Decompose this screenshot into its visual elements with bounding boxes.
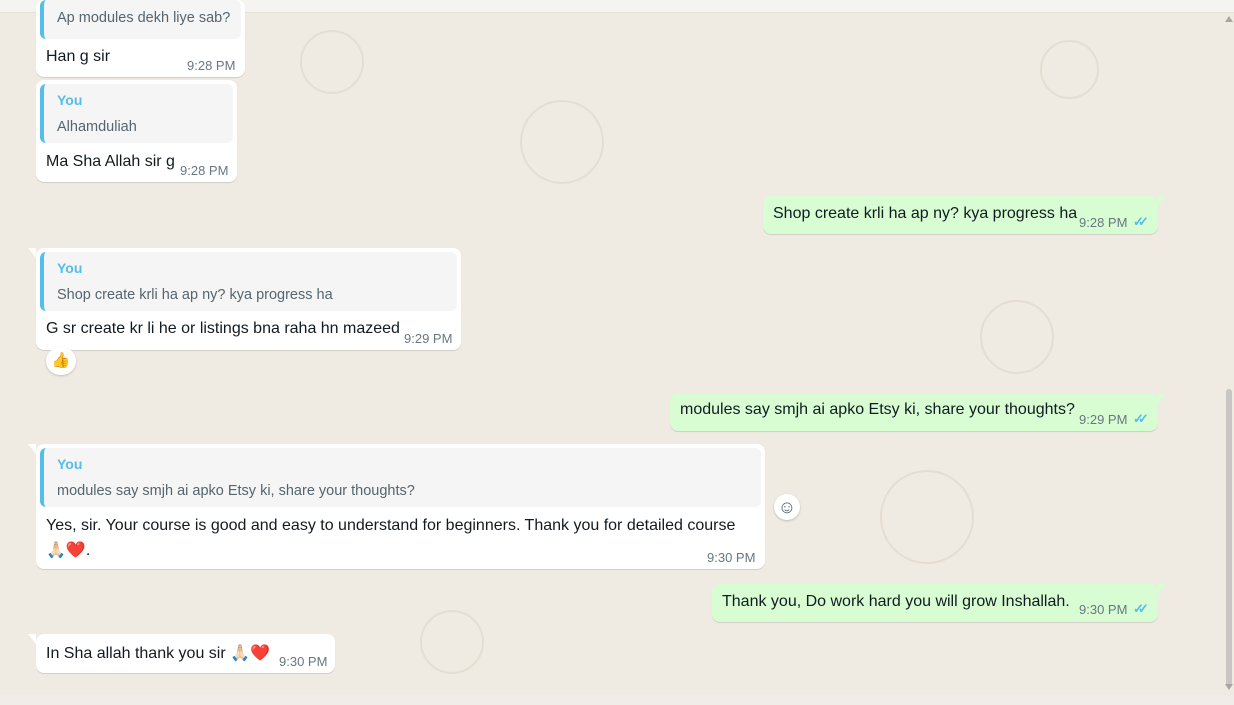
scroll-up-arrow-icon[interactable] <box>1225 16 1233 22</box>
message-text-line-2: 🙏🏻❤️. <box>46 542 91 559</box>
wallpaper-doodle <box>880 470 974 564</box>
message-time: 9:30 PM <box>279 654 328 669</box>
quote-text: Alhamduliah <box>57 119 137 135</box>
incoming-message[interactable]: You modules say smjh ai apko Etsy ki, sh… <box>28 444 765 569</box>
outgoing-message[interactable]: Thank you, Do work hard you will grow In… <box>712 584 1166 622</box>
quoted-message[interactable]: You Shop create krli ha ap ny? kya progr… <box>40 252 457 311</box>
quoted-message[interactable]: You Alhamduliah <box>40 84 233 143</box>
wallpaper-doodle <box>980 300 1054 374</box>
message-text: Han g sir <box>46 48 111 65</box>
message-time: 9:29 PM <box>404 331 453 346</box>
wallpaper-doodle <box>520 100 604 184</box>
incoming-message[interactable]: You Shop create krli ha ap ny? kya progr… <box>28 248 461 350</box>
scroll-down-arrow-icon[interactable] <box>1225 684 1233 690</box>
message-text: G sr create kr li he or listings bna rah… <box>46 320 400 337</box>
thumbs-up-reaction-icon[interactable]: 👍 <box>46 347 76 375</box>
message-text: Shop create krli ha ap ny? kya progress … <box>773 205 1078 222</box>
outgoing-message[interactable]: Shop create krli ha ap ny? kya progress … <box>763 196 1166 234</box>
outgoing-message[interactable]: modules say smjh ai apko Etsy ki, share … <box>670 393 1166 431</box>
incoming-message[interactable]: Ap modules dekh liye sab? Han g sir 9:28… <box>36 0 245 77</box>
message-time: 9:30 PM <box>707 550 756 565</box>
quote-text: modules say smjh ai apko Etsy ki, share … <box>57 483 415 499</box>
message-time: 9:28 PM <box>1079 215 1128 230</box>
read-receipt-icon: ✓✓ <box>1133 601 1149 616</box>
message-text: In Sha allah thank you sir 🙏🏻❤️ <box>46 645 270 662</box>
quoted-message[interactable]: You modules say smjh ai apko Etsy ki, sh… <box>40 448 761 507</box>
message-time: 9:28 PM <box>180 163 229 178</box>
message-time: 9:28 PM <box>187 58 236 73</box>
chat-scrollbar[interactable] <box>1222 12 1234 695</box>
emoji-reaction-icon[interactable]: ☺ <box>774 494 800 520</box>
incoming-message[interactable]: In Sha allah thank you sir 🙏🏻❤️ 9:30 PM <box>28 634 335 673</box>
wallpaper-doodle <box>300 30 364 94</box>
message-text: Thank you, Do work hard you will grow In… <box>722 593 1070 610</box>
quote-author: You <box>57 92 83 108</box>
quote-text: Ap modules dekh liye sab? <box>57 10 231 26</box>
quote-author: You <box>57 260 83 276</box>
scroll-thumb[interactable] <box>1226 389 1232 687</box>
message-text: Ma Sha Allah sir g <box>46 153 175 170</box>
quote-text: Shop create krli ha ap ny? kya progress … <box>57 287 333 303</box>
message-text: modules say smjh ai apko Etsy ki, share … <box>680 401 1075 418</box>
message-time: 9:29 PM <box>1079 412 1128 427</box>
read-receipt-icon: ✓✓ <box>1133 214 1149 229</box>
composer-edge <box>0 695 1234 705</box>
quote-author: You <box>57 456 83 472</box>
incoming-message[interactable]: You Alhamduliah Ma Sha Allah sir g 9:28 … <box>36 80 237 182</box>
read-receipt-icon: ✓✓ <box>1133 411 1149 426</box>
message-text-line-1: Yes, sir. Your course is good and easy t… <box>46 517 736 534</box>
quoted-message[interactable]: Ap modules dekh liye sab? <box>40 0 241 39</box>
wallpaper-doodle <box>420 610 484 674</box>
wallpaper-doodle <box>1040 40 1099 99</box>
message-time: 9:30 PM <box>1079 602 1128 617</box>
